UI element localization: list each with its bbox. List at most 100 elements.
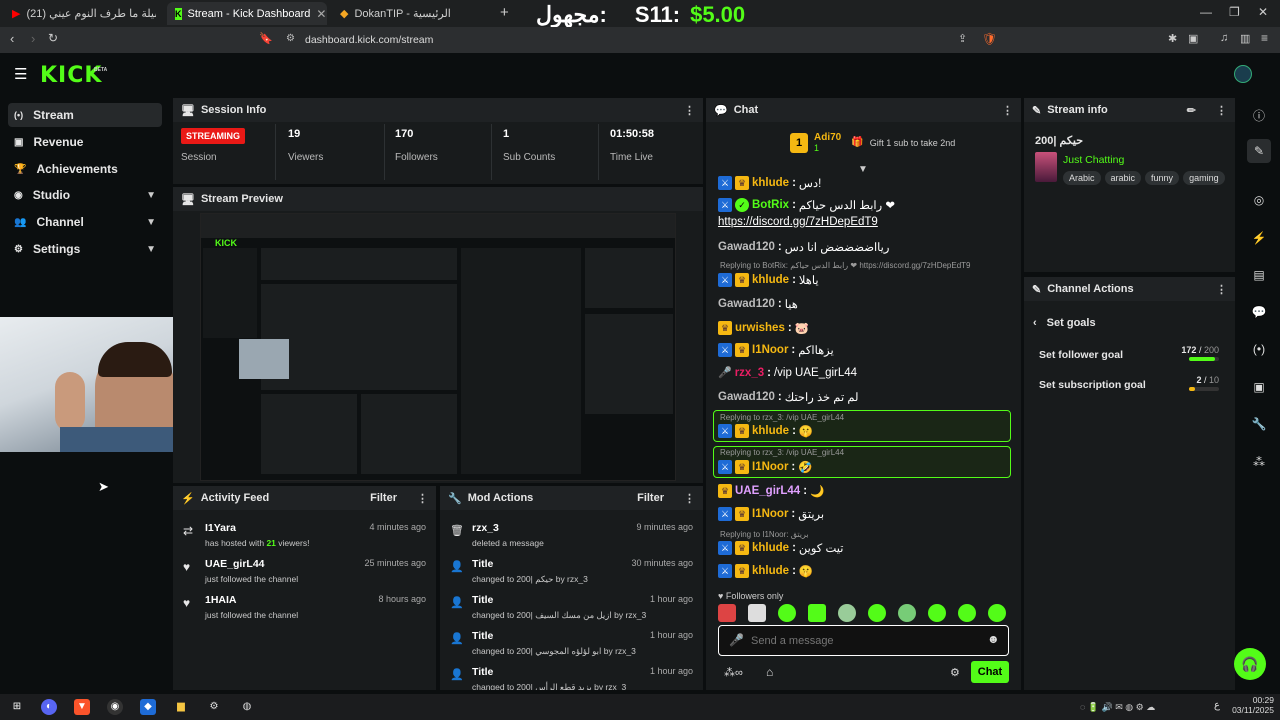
wallet-icon[interactable]: ▣ bbox=[1188, 32, 1198, 45]
chat-username[interactable]: BotRix bbox=[752, 199, 789, 211]
emote[interactable] bbox=[868, 604, 886, 622]
url-text[interactable]: dashboard.kick.com/stream bbox=[305, 34, 433, 46]
menu-icon[interactable]: ≡ bbox=[1261, 31, 1268, 45]
store-icon[interactable]: ⌂ bbox=[766, 665, 773, 679]
chat-username[interactable]: Gawad120 bbox=[718, 391, 775, 403]
chat-username[interactable]: I1Noor bbox=[752, 461, 788, 473]
emote[interactable] bbox=[778, 604, 796, 622]
document-icon[interactable]: ▤ bbox=[1247, 263, 1271, 287]
chat-username[interactable]: I1Noor bbox=[752, 508, 788, 520]
brave-shield-icon[interactable]: 🛡 bbox=[982, 32, 997, 46]
discord-icon[interactable]: ◐ bbox=[41, 699, 57, 715]
reload-icon[interactable]: ↻ bbox=[48, 31, 58, 45]
steam-icon[interactable]: ◍ bbox=[239, 699, 255, 715]
more-options-icon[interactable]: ⋮ bbox=[1216, 283, 1227, 296]
tray-icons[interactable]: ◌ 🔋 🔊 ✉ ◍ ⚙ ☁ bbox=[1080, 699, 1210, 715]
emote[interactable] bbox=[718, 604, 736, 622]
sidebar-item-studio[interactable]: ◉ Studio ▼ bbox=[8, 183, 162, 207]
category-thumbnail[interactable] bbox=[1035, 152, 1057, 182]
layout-icon[interactable]: ▣ bbox=[1247, 375, 1271, 399]
chat-username[interactable]: khlude bbox=[752, 565, 789, 577]
chat-username[interactable]: khlude bbox=[752, 425, 789, 437]
emote[interactable] bbox=[928, 604, 946, 622]
more-options-icon[interactable]: ⋮ bbox=[1216, 104, 1227, 117]
chat-icon[interactable]: 💬 bbox=[1247, 300, 1271, 324]
tab-kick-dashboard[interactable]: K Stream - Kick Dashboard ✕ bbox=[167, 2, 327, 25]
hamburger-menu-icon[interactable]: ☰ bbox=[14, 65, 27, 83]
close-tab-icon[interactable]: ✕ bbox=[316, 7, 326, 21]
edit-icon[interactable]: ✎ bbox=[1247, 139, 1271, 163]
tag[interactable]: arabic bbox=[1104, 171, 1142, 185]
mic-icon[interactable]: 🎤 bbox=[729, 633, 744, 647]
filter-button[interactable]: Filter bbox=[637, 492, 664, 504]
emoji-icon[interactable]: ☻ bbox=[987, 632, 1000, 646]
sidebar-item-settings[interactable]: ⚙ Settings ▼ bbox=[8, 237, 162, 261]
clock[interactable]: 00:29 03/11/2025 bbox=[1232, 695, 1274, 715]
wrench-icon[interactable]: 🔧 bbox=[1247, 412, 1271, 436]
minimize-icon[interactable]: — bbox=[1200, 5, 1212, 19]
site-info-icon[interactable]: ⚙ bbox=[286, 33, 295, 44]
pencil-icon[interactable]: ✏ bbox=[1187, 104, 1196, 117]
folder-icon[interactable]: ▆ bbox=[173, 699, 189, 715]
chat-username[interactable]: Gawad120 bbox=[718, 241, 775, 253]
music-icon[interactable]: ♫ bbox=[1220, 32, 1228, 44]
sidebar-toggle-icon[interactable]: ▥ bbox=[1240, 32, 1250, 45]
apps-icon[interactable]: ⁂ bbox=[1247, 450, 1271, 474]
close-window-icon[interactable]: ✕ bbox=[1258, 5, 1268, 19]
chat-input[interactable] bbox=[751, 630, 981, 651]
restore-icon[interactable]: ❐ bbox=[1229, 5, 1240, 19]
back-to-actions[interactable]: ‹ Set goals bbox=[1033, 317, 1096, 329]
emote[interactable] bbox=[988, 604, 1006, 622]
chat-username[interactable]: khlude bbox=[752, 542, 789, 554]
emote[interactable] bbox=[808, 604, 826, 622]
set-subscription-goal[interactable]: Set subscription goal 2 / 10 bbox=[1039, 375, 1219, 391]
chat-username[interactable]: urwishes bbox=[735, 322, 785, 334]
emote[interactable] bbox=[898, 604, 916, 622]
category-name[interactable]: Just Chatting bbox=[1063, 154, 1124, 166]
chat-text[interactable]: https://discord.gg/7zHDepEdT9 bbox=[718, 216, 878, 228]
back-icon[interactable]: ‹ bbox=[10, 31, 14, 46]
brave-icon[interactable]: ▼ bbox=[74, 699, 90, 715]
more-options-icon[interactable]: ⋮ bbox=[1002, 104, 1013, 117]
settings-icon[interactable]: ⚙ bbox=[206, 699, 222, 715]
chat-username[interactable]: rzx_3 bbox=[735, 367, 764, 379]
chat-username[interactable]: I1Noor bbox=[752, 344, 788, 356]
broadcast-icon[interactable]: (•) bbox=[1247, 337, 1271, 361]
tag[interactable]: Arabic bbox=[1063, 171, 1101, 185]
support-button[interactable]: 🎧 bbox=[1234, 648, 1266, 680]
chat-username[interactable]: Gawad120 bbox=[718, 298, 775, 310]
new-tab-button[interactable]: + bbox=[500, 4, 509, 21]
send-chat-button[interactable]: Chat bbox=[971, 661, 1009, 683]
set-follower-goal[interactable]: Set follower goal 172 / 200 bbox=[1039, 345, 1219, 361]
emote[interactable] bbox=[958, 604, 976, 622]
tag[interactable]: gaming bbox=[1183, 171, 1225, 185]
share-icon[interactable]: ⇪ bbox=[958, 32, 967, 45]
sidebar-item-achievements[interactable]: 🏆 Achievements bbox=[8, 157, 162, 181]
more-options-icon[interactable]: ⋮ bbox=[684, 104, 695, 117]
sidebar-item-revenue[interactable]: ▣ Revenue bbox=[8, 130, 162, 154]
bookmark-icon[interactable]: 🔖 bbox=[259, 32, 273, 45]
extensions-icon[interactable]: ✱ bbox=[1168, 32, 1177, 45]
sidebar-item-channel[interactable]: 👥 Channel ▼ bbox=[8, 210, 162, 234]
windows-start-icon[interactable]: ⊞ bbox=[9, 699, 25, 715]
forward-icon[interactable]: › bbox=[31, 31, 35, 46]
info-icon[interactable]: ⓘ bbox=[1247, 103, 1271, 127]
points-icon[interactable]: ⁂∞ bbox=[724, 666, 743, 679]
language-indicator[interactable]: ع bbox=[1214, 700, 1220, 711]
filter-button[interactable]: Filter bbox=[370, 492, 397, 504]
chat-username[interactable]: khlude bbox=[752, 177, 789, 189]
camera-icon[interactable]: ◎ bbox=[1247, 188, 1271, 212]
bolt-icon[interactable]: ⚡ bbox=[1247, 226, 1271, 250]
sidebar-item-stream[interactable]: (•) Stream bbox=[8, 103, 162, 127]
tab-dokantip[interactable]: ◆ DokanTIP - الرئيسية bbox=[332, 2, 492, 25]
emote[interactable] bbox=[748, 604, 766, 622]
obs-icon[interactable]: ◉ bbox=[107, 699, 123, 715]
stream-preview-video[interactable]: KICK bbox=[200, 213, 676, 481]
chat-username[interactable]: UAE_girL44 bbox=[735, 485, 800, 497]
pin-icon[interactable]: ▼ bbox=[858, 164, 868, 175]
tag[interactable]: funny bbox=[1145, 171, 1180, 185]
chat-settings-icon[interactable]: ⚙ bbox=[950, 666, 960, 679]
more-options-icon[interactable]: ⋮ bbox=[417, 492, 428, 505]
tab-youtube[interactable]: ▶ (21) شيلة ما طرف النوم عيني - YouTube bbox=[4, 2, 164, 25]
emote[interactable] bbox=[838, 604, 856, 622]
